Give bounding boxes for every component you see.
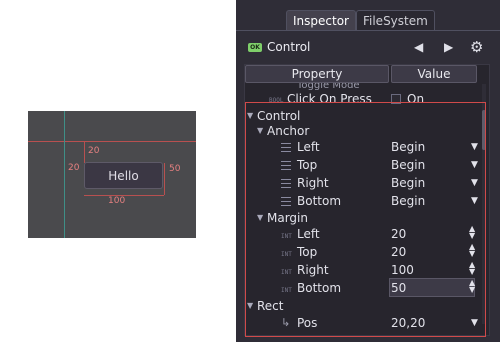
margin-top-label: 20 [88, 146, 100, 156]
column-headers: Property Value [245, 65, 489, 83]
margin-guide-right [164, 163, 165, 195]
arrow-left-icon[interactable]: ◀ [414, 40, 423, 54]
guide-line-vertical [64, 111, 65, 238]
dock-tabs: Inspector FileSystem [286, 10, 435, 30]
arrow-right-icon[interactable]: ▶ [444, 40, 453, 54]
tab-divider [236, 30, 500, 31]
hello-button[interactable]: Hello [84, 162, 163, 189]
tab-filesystem[interactable]: FileSystem [355, 10, 435, 30]
tab-inspector[interactable]: Inspector [286, 10, 356, 30]
margin-guide-left [84, 141, 85, 163]
guide-line-horizontal [28, 141, 196, 142]
gear-icon[interactable]: ⚙ [470, 38, 483, 56]
property-column-header: Property [245, 65, 389, 83]
margin-right-label: 50 [169, 164, 181, 174]
node-type-icon: OK [248, 43, 262, 52]
inspector-header: OK Control ◀ ▶ ⚙ [236, 38, 500, 58]
margin-left-label: 20 [68, 163, 80, 173]
margin-bottom-label: 100 [108, 196, 126, 206]
node-title: Control [267, 40, 311, 54]
canvas-viewport[interactable]: 20 20 50 100 Hello [28, 111, 196, 238]
control-section-highlight [245, 102, 486, 337]
value-column-header: Value [391, 65, 477, 83]
